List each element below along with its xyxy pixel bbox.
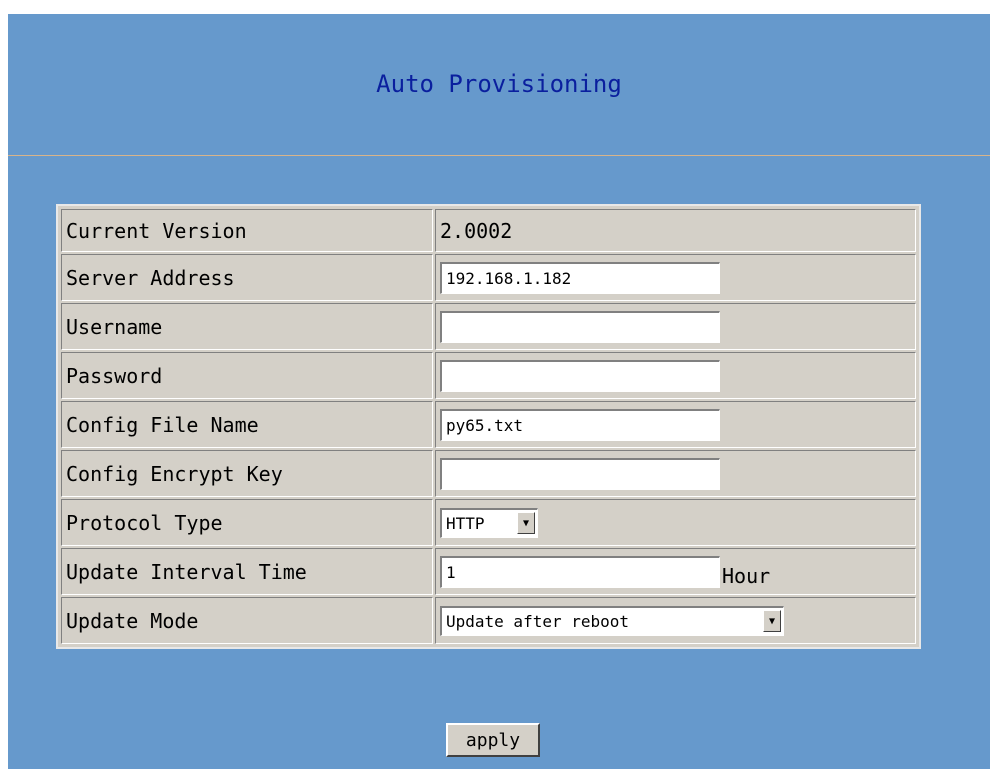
page-title: Auto Provisioning (376, 70, 622, 98)
username-input[interactable] (440, 310, 720, 343)
update-mode-label: Update Mode (61, 597, 433, 644)
chevron-down-icon[interactable]: ▼ (763, 610, 781, 632)
update-mode-selected: Update after reboot (446, 611, 630, 631)
server-address-input[interactable] (440, 261, 720, 294)
row-password: Password (60, 351, 917, 400)
provisioning-form: Current Version 2.0002 Server Address Us… (56, 204, 921, 649)
update-interval-unit: Hour (722, 564, 771, 588)
update-interval-input[interactable] (440, 555, 720, 588)
apply-button[interactable]: apply (446, 723, 540, 757)
protocol-type-label: Protocol Type (61, 499, 433, 546)
protocol-type-select[interactable]: HTTP ▼ (440, 507, 538, 538)
password-input[interactable] (440, 359, 720, 392)
server-address-label: Server Address (61, 254, 433, 301)
row-protocol-type: Protocol Type HTTP ▼ (60, 498, 917, 547)
page-panel: Auto Provisioning Current Version 2.0002… (8, 14, 990, 769)
chevron-down-icon[interactable]: ▼ (517, 512, 535, 534)
row-server-address: Server Address (60, 253, 917, 302)
username-label: Username (61, 303, 433, 350)
title-divider (8, 155, 990, 156)
password-label: Password (61, 352, 433, 399)
row-update-interval-time: Update Interval Time Hour (60, 547, 917, 596)
protocol-type-selected: HTTP (446, 513, 485, 533)
row-current-version: Current Version 2.0002 (60, 208, 917, 253)
update-mode-select[interactable]: Update after reboot ▼ (440, 605, 784, 636)
config-encrypt-key-label: Config Encrypt Key (61, 450, 433, 497)
row-username: Username (60, 302, 917, 351)
update-interval-time-label: Update Interval Time (61, 548, 433, 595)
row-update-mode: Update Mode Update after reboot ▼ (60, 596, 917, 645)
row-config-file-name: Config File Name (60, 400, 917, 449)
row-config-encrypt-key: Config Encrypt Key (60, 449, 917, 498)
config-file-name-label: Config File Name (61, 401, 433, 448)
current-version-label: Current Version (61, 209, 433, 252)
current-version-value: 2.0002 (435, 209, 916, 252)
config-file-name-input[interactable] (440, 408, 720, 441)
config-encrypt-key-input[interactable] (440, 457, 720, 490)
